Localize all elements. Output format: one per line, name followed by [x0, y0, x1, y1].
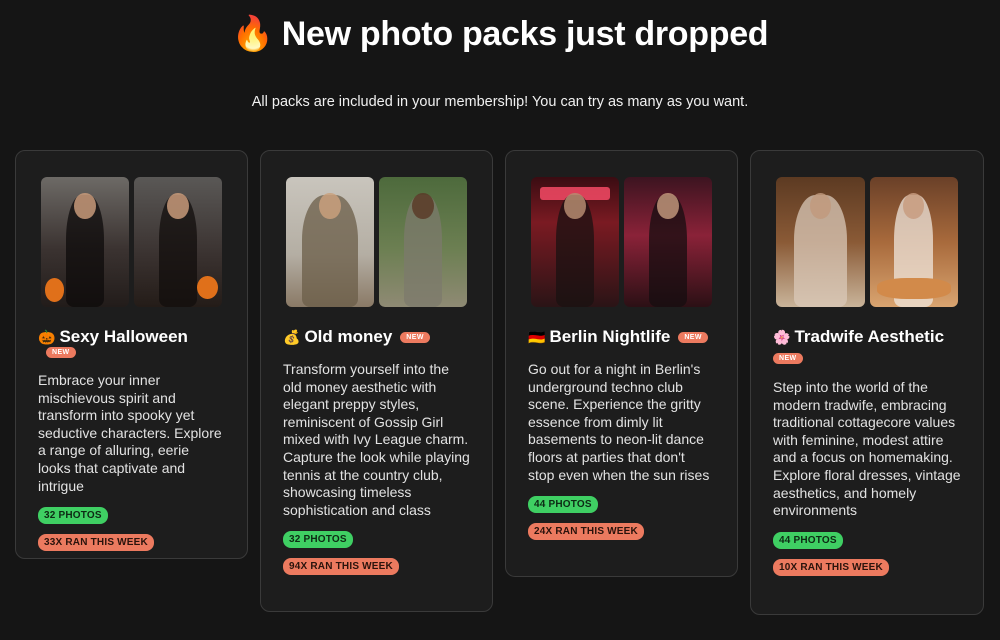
pack-card-berlin-nightlife[interactable]: 🇩🇪 Berlin Nightlife NEW Go out for a nigh… [505, 150, 738, 577]
pack-description: Embrace your inner mischievous spirit an… [38, 372, 222, 494]
photo-count-badge: 32 PHOTOS [283, 531, 353, 549]
run-count-badge: 94X RAN THIS WEEK [283, 558, 399, 576]
pack-photo [531, 177, 619, 307]
photo-count-badge: 32 PHOTOS [38, 507, 108, 525]
pack-photos [776, 177, 958, 307]
pack-photo [379, 177, 467, 307]
pack-description: Step into the world of the modern tradwi… [773, 379, 961, 519]
run-count-badge: 24X RAN THIS WEEK [528, 523, 644, 541]
page-subtitle: All packs are included in your membershi… [251, 94, 749, 110]
pack-title: 💰 Old money [283, 327, 393, 346]
page-title-text: New photo packs just dropped [281, 15, 769, 53]
pack-photo [624, 177, 712, 307]
photo-count-badge: 44 PHOTOS [773, 531, 843, 549]
pack-photos [531, 177, 712, 307]
pack-photo [134, 177, 222, 307]
pack-card-tradwife-aesthetic[interactable]: 🌸 Tradwife Aesthetic NEW Step into the wo… [750, 150, 984, 615]
pack-photos [41, 177, 222, 307]
pumpkin-icon: 🎃 [38, 330, 56, 346]
new-badge: NEW [773, 353, 803, 364]
pack-description: Transform yourself into the old money ae… [283, 361, 470, 518]
pack-photos [286, 177, 467, 307]
pack-photo [869, 177, 958, 307]
pack-card-sexy-halloween[interactable]: 🎃 Sexy Halloween NEW Embrace your inner m… [15, 150, 248, 559]
pack-description: Go out for a night in Berlin's undergrou… [528, 361, 710, 483]
run-count-badge: 10X RAN THIS WEEK [773, 558, 889, 576]
pack-title: 🎃 Sexy Halloween [38, 327, 188, 346]
pack-photo [776, 177, 865, 307]
fire-icon: 🔥 [231, 14, 274, 54]
new-badge: NEW [678, 331, 708, 343]
pack-photo [286, 177, 374, 307]
run-count-badge: 33X RAN THIS WEEK [38, 534, 154, 552]
pack-title: 🇩🇪 Berlin Nightlife [528, 327, 671, 346]
pack-title: 🌸 Tradwife Aesthetic [773, 327, 945, 346]
cherry-blossom-icon: 🌸 [773, 330, 791, 346]
new-badge: NEW [400, 331, 430, 343]
page-title: 🔥 New photo packs just dropped [0, 14, 1000, 54]
money-bag-icon: 💰 [283, 330, 301, 346]
pack-card-old-money[interactable]: 💰 Old money NEW Transform yourself into t… [260, 150, 493, 612]
new-badge: NEW [46, 347, 76, 358]
pack-photo [41, 177, 129, 307]
photo-count-badge: 44 PHOTOS [528, 496, 598, 514]
germany-flag-icon: 🇩🇪 [528, 330, 546, 346]
